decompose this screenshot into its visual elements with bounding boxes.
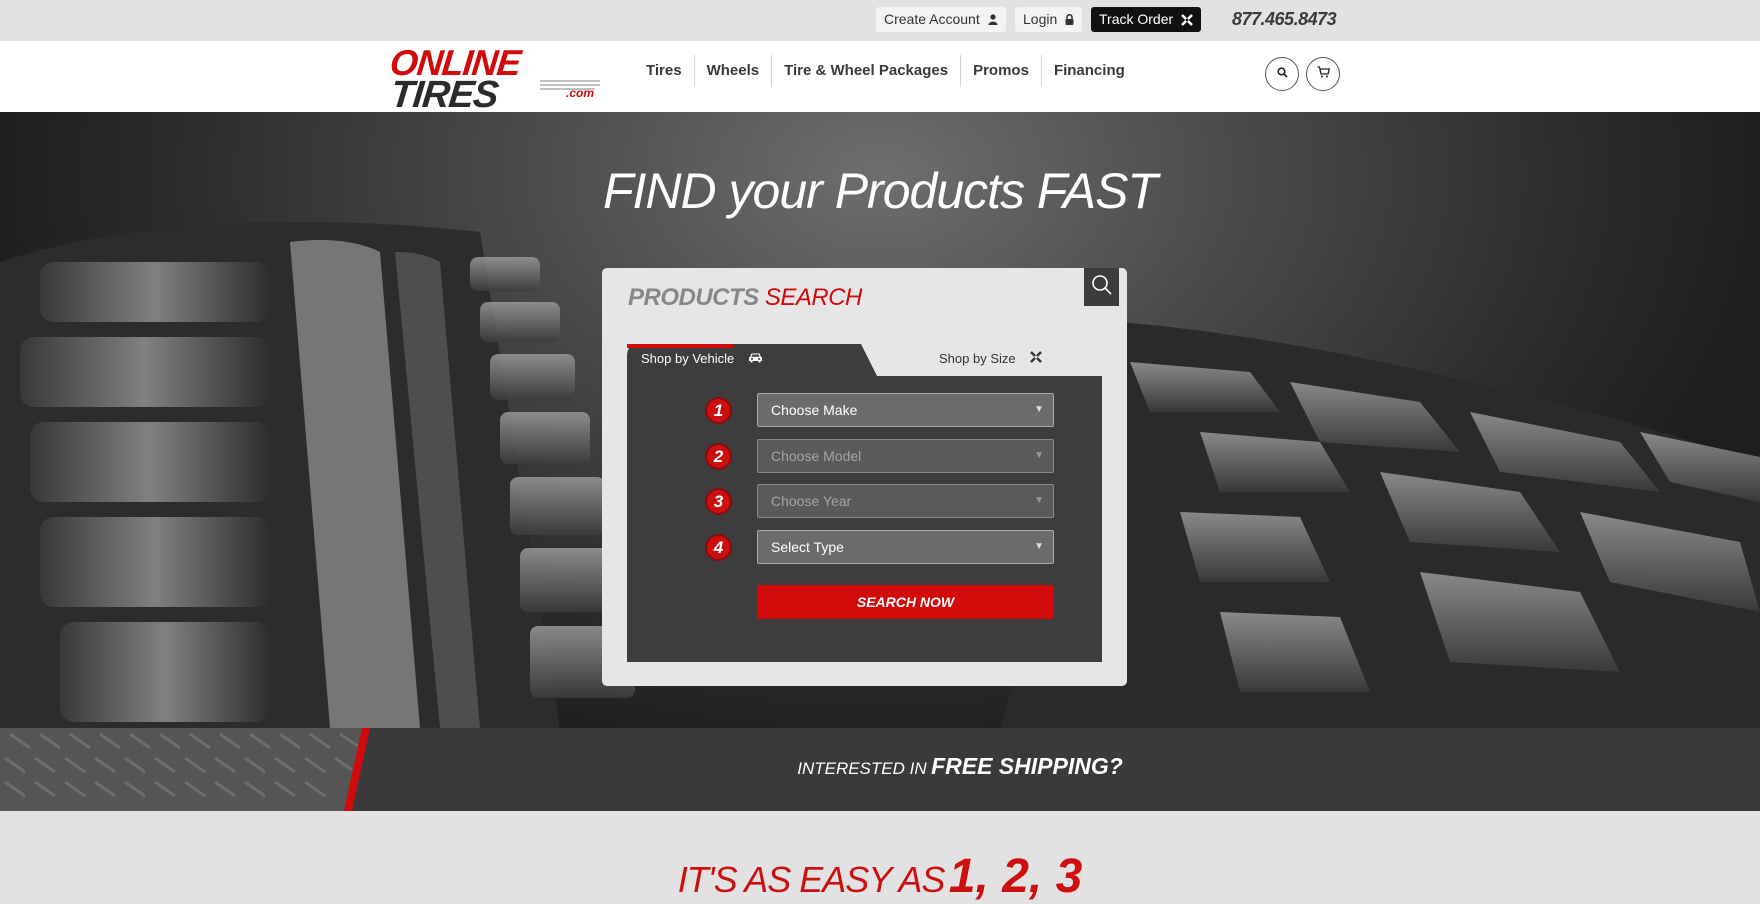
search-now-button[interactable]: SEARCH NOW xyxy=(757,585,1054,619)
free-shipping-banner[interactable]: INTERESTED IN FREE SHIPPING? xyxy=(0,728,1760,811)
tire-size-icon xyxy=(1029,351,1042,366)
year-row: 3 Choose Year ▼ xyxy=(627,484,1102,518)
free-shipping-headline: FREE SHIPPING? xyxy=(931,753,1123,779)
search-icon xyxy=(1276,65,1288,83)
nav-wheels[interactable]: Wheels xyxy=(693,55,772,87)
site-header: ONLINE TIRES .com Tires Wheels Tire & Wh… xyxy=(0,41,1760,116)
phone-number[interactable]: 877.465.8473 xyxy=(1232,9,1337,30)
free-shipping-prefix: INTERESTED IN xyxy=(797,759,927,778)
easy-as-steps: 1, 2, 3 xyxy=(948,850,1083,903)
cart-button[interactable] xyxy=(1306,57,1340,91)
how-it-works-section: IT'S AS EASY AS 1, 2, 3 xyxy=(0,811,1760,904)
free-shipping-text: INTERESTED IN FREE SHIPPING? xyxy=(0,753,1760,780)
dropdown-caret-icon: ▼ xyxy=(1034,495,1044,506)
header-search-button[interactable] xyxy=(1265,57,1299,91)
track-order-button[interactable]: Track Order xyxy=(1091,7,1202,32)
create-account-button[interactable]: Create Account xyxy=(876,7,1006,32)
svg-text:TIRES: TIRES xyxy=(390,74,501,111)
user-icon xyxy=(988,14,998,25)
site-logo[interactable]: ONLINE TIRES .com xyxy=(388,42,610,116)
tab-shop-by-vehicle-label: Shop by Vehicle xyxy=(641,351,735,366)
year-select[interactable]: Choose Year ▼ xyxy=(757,484,1054,518)
track-order-label: Track Order xyxy=(1099,11,1174,27)
login-label: Login xyxy=(1023,11,1058,27)
panel-title: PRODUCTS SEARCH xyxy=(628,284,862,312)
tab-shop-by-vehicle[interactable]: Shop by Vehicle xyxy=(641,351,763,366)
nav-tire-wheel-packages[interactable]: Tire & Wheel Packages xyxy=(771,55,960,87)
step-number: 3 xyxy=(705,488,732,515)
nav-financing[interactable]: Financing xyxy=(1040,55,1137,87)
products-search-panel: PRODUCTS SEARCH Shop by Vehicle Shop by … xyxy=(602,268,1127,686)
login-button[interactable]: Login xyxy=(1015,7,1083,32)
panel-title-part1: PRODUCTS xyxy=(628,284,759,311)
lock-icon xyxy=(1065,14,1074,25)
utility-bar: Create Account Login Track Order 877.465… xyxy=(0,0,1760,41)
main-nav: Tires Wheels Tire & Wheel Packages Promo… xyxy=(634,55,1137,87)
step-number: 2 xyxy=(705,443,732,470)
tab-shop-by-size[interactable]: Shop by Size xyxy=(939,351,1042,366)
make-select-value: Choose Make xyxy=(771,402,858,418)
make-row: 1 Choose Make ▼ xyxy=(627,393,1102,427)
car-icon xyxy=(748,351,763,366)
hero-title: FIND your Products FAST xyxy=(603,163,1158,219)
year-select-value: Choose Year xyxy=(771,493,852,509)
step-number: 4 xyxy=(705,534,732,561)
type-row: 4 Select Type ▼ xyxy=(627,530,1102,564)
easy-as-prefix: IT'S AS EASY AS xyxy=(677,859,946,900)
panel-search-button[interactable] xyxy=(1084,268,1119,306)
step-number: 1 xyxy=(705,397,732,424)
panel-title-part2: SEARCH xyxy=(764,284,863,311)
tire-cross-icon xyxy=(1181,13,1194,26)
nav-tires[interactable]: Tires xyxy=(634,55,694,87)
search-icon xyxy=(1091,274,1113,301)
make-select[interactable]: Choose Make ▼ xyxy=(757,393,1054,427)
dropdown-caret-icon: ▼ xyxy=(1034,450,1044,461)
model-select[interactable]: Choose Model ▼ xyxy=(757,439,1054,473)
model-select-value: Choose Model xyxy=(771,448,862,464)
type-select[interactable]: Select Type ▼ xyxy=(757,530,1054,564)
dropdown-caret-icon: ▼ xyxy=(1034,404,1044,415)
type-select-value: Select Type xyxy=(771,539,844,555)
shop-by-vehicle-form: 1 Choose Make ▼ 2 Choose Model ▼ 3 Choos… xyxy=(627,376,1102,662)
model-row: 2 Choose Model ▼ xyxy=(627,439,1102,473)
nav-promos[interactable]: Promos xyxy=(960,55,1041,87)
svg-text:.com: .com xyxy=(566,86,594,100)
cart-icon xyxy=(1317,65,1330,83)
tab-shop-by-size-label: Shop by Size xyxy=(939,351,1016,366)
dropdown-caret-icon: ▼ xyxy=(1034,541,1044,552)
easy-as-heading: IT'S AS EASY AS 1, 2, 3 xyxy=(0,849,1760,904)
create-account-label: Create Account xyxy=(884,11,980,27)
